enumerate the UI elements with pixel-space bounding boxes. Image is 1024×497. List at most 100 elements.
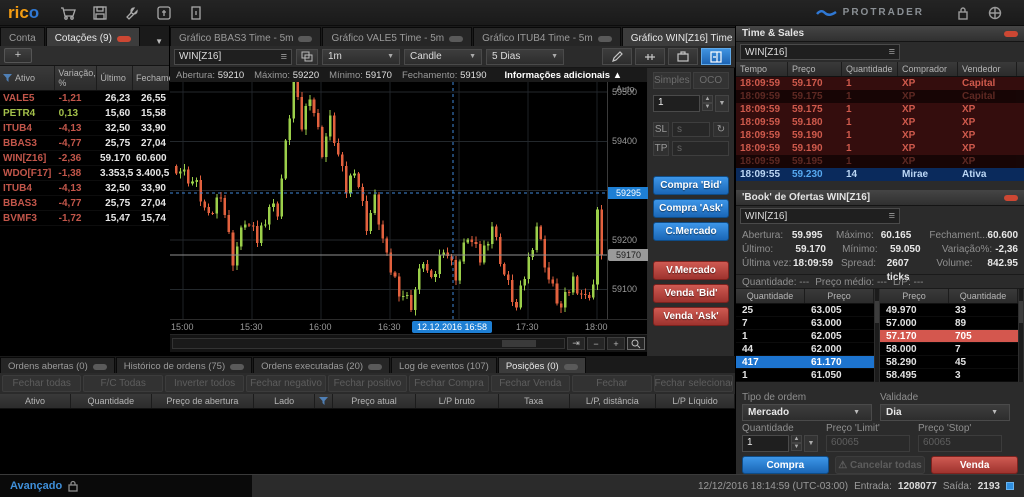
ts-row[interactable]: 18:09:5959.1751XPXP [736, 103, 1024, 116]
ts-row[interactable]: 18:09:5959.1751XPCapital [736, 90, 1024, 103]
ts-column-tempo[interactable]: Tempo [736, 62, 788, 76]
quantity-stepper[interactable]: ▲▼ [702, 95, 713, 112]
compra-button[interactable]: Compra [742, 456, 829, 474]
chart-style-select[interactable]: Candle▼ [404, 49, 482, 65]
chart-symbol-input[interactable]: WIN[Z16]≡ [174, 49, 292, 65]
action-button[interactable]: Fechar positivo [328, 375, 407, 392]
compra-mercado-button[interactable]: C.Mercado [653, 222, 729, 241]
bid-scrollbar[interactable] [874, 289, 880, 382]
positions-column[interactable]: Quantidade [71, 394, 152, 408]
venda-mercado-button[interactable]: V.Mercado [653, 261, 729, 280]
book-symbol-input[interactable]: WIN[Z16]≡ [740, 208, 900, 224]
positions-column[interactable]: Taxa [499, 394, 570, 408]
bid-row[interactable]: 161.050 [736, 369, 874, 382]
tab-pill-icon[interactable] [449, 36, 463, 42]
venda-ask-button[interactable]: Venda 'Ask' [653, 307, 729, 326]
extra-info-toggle[interactable]: Informações adicionais ▲ [504, 70, 622, 81]
quote-row[interactable]: BVMF3-1,7215,4715,74 [0, 211, 169, 226]
layers-icon[interactable] [296, 49, 318, 65]
positions-column[interactable]: L/P Líquido [656, 394, 735, 408]
chevron-down-icon[interactable]: ▼ [149, 37, 169, 46]
orders-tab[interactable]: Histórico de ordens (75) [116, 357, 252, 373]
add-symbol-button[interactable]: + [4, 48, 32, 63]
compra-bid-button[interactable]: Compra 'Bid' [653, 176, 729, 195]
ask-row[interactable]: 58.29045 [880, 356, 1018, 369]
quote-row[interactable]: ITUB4-4,1332,5033,90 [0, 181, 169, 196]
orders-tab[interactable]: Log de eventos (107) [391, 357, 497, 373]
orders-tab[interactable]: Ordens executadas (20) [253, 357, 390, 373]
ts-symbol-input[interactable]: WIN[Z16]≡ [740, 44, 900, 60]
action-button[interactable]: Fechar todas [2, 375, 81, 392]
tab-simples[interactable]: Simples [653, 72, 691, 89]
filter-icon[interactable] [315, 394, 333, 408]
chart-area[interactable]: Abertura: 59210 Máximo: 59220 Mínimo: 59… [170, 68, 648, 356]
zoom-fit-icon[interactable] [627, 337, 645, 350]
connection-icon[interactable] [984, 4, 1006, 22]
limit-price-input[interactable]: 60065 [826, 435, 910, 452]
action-button[interactable]: Fechar Compra [409, 375, 488, 392]
form-qty-stepper[interactable]: ▲▼ [791, 435, 802, 452]
action-button[interactable]: Inverter todos [165, 375, 244, 392]
tab-cotacoes[interactable]: Cotações (9) [46, 27, 140, 46]
bid-row[interactable]: 4462.000 [736, 343, 874, 356]
venda-bid-button[interactable]: Venda 'Bid' [653, 284, 729, 303]
form-qty-dropdown[interactable]: ▼ [804, 435, 818, 452]
ask-row[interactable]: 57.00089 [880, 317, 1018, 330]
scroll-thumb[interactable] [502, 340, 536, 347]
scroll-to-end-icon[interactable]: ⇥ [567, 337, 585, 350]
range-select[interactable]: 5 Dias▼ [486, 49, 564, 65]
quote-row[interactable]: PETR40,1315,6015,58 [0, 106, 169, 121]
quote-row[interactable]: ITUB4-4,1332,5033,90 [0, 121, 169, 136]
positions-column[interactable]: L/P, distância [570, 394, 657, 408]
sl-input[interactable]: s [672, 122, 710, 137]
quantity-input[interactable]: 1 [653, 95, 700, 112]
timeframe-select[interactable]: 1m▼ [322, 49, 400, 65]
tab-pill-icon[interactable] [598, 36, 612, 42]
bid-row[interactable]: 162.005 [736, 330, 874, 343]
positions-column[interactable]: Lado [254, 394, 315, 408]
tab-conta[interactable]: Conta [0, 27, 45, 46]
snapshot-icon[interactable] [668, 48, 698, 65]
scroll-track[interactable] [172, 338, 565, 349]
stop-price-input[interactable]: 60065 [918, 435, 1002, 452]
quote-row[interactable]: BBAS3-4,7725,7527,04 [0, 196, 169, 211]
action-button[interactable]: Fechar Venda [491, 375, 570, 392]
quote-row[interactable]: WDO[F17]-1,383.353,53.400,5 [0, 166, 169, 181]
ts-column-vendedor[interactable]: Vendedor [958, 62, 1017, 76]
draw-pencil-icon[interactable] [602, 48, 632, 65]
time-axis[interactable]: 15:0015:3016:0016:3017:3018:00 12.12.201… [170, 319, 647, 334]
order-type-select[interactable]: Mercado▼ [742, 404, 872, 421]
crosshair-tool-icon[interactable] [635, 48, 665, 65]
ts-column-quantidade[interactable]: Quantidade [842, 62, 898, 76]
menu-icon[interactable]: ≡ [889, 46, 895, 58]
logout-icon[interactable] [185, 4, 207, 22]
venda-button[interactable]: Venda [931, 456, 1018, 474]
menu-icon[interactable]: ≡ [889, 210, 895, 222]
ts-row[interactable]: 18:09:5959.1901XPXP [736, 142, 1024, 155]
bid-row[interactable]: 41761.170 [736, 356, 874, 369]
positions-column[interactable]: Preço atual [333, 394, 416, 408]
chart-tab[interactable]: Gráfico ITUB4 Time - 5m [473, 27, 621, 46]
orders-tab[interactable]: Posições (0) [498, 357, 586, 373]
indicator-icon[interactable] [153, 4, 175, 22]
validity-select[interactable]: Dia▼ [880, 404, 1010, 421]
menu-icon[interactable]: ≡ [281, 51, 287, 63]
tp-input[interactable]: s [672, 141, 729, 156]
tab-pill-icon[interactable] [298, 36, 312, 42]
zoom-out-icon[interactable]: − [587, 337, 605, 350]
ask-scrollbar[interactable] [1018, 289, 1024, 382]
market-cart-icon[interactable] [57, 4, 79, 22]
trade-panel-toggle-icon[interactable] [701, 48, 731, 65]
cancelar-todas-button[interactable]: ⚠ Cancelar todas [835, 456, 926, 474]
ask-row[interactable]: 58.4953 [880, 369, 1018, 382]
column-ultimo[interactable]: Último [97, 66, 133, 90]
ask-row[interactable]: 58.0007 [880, 343, 1018, 356]
close-panel-icon[interactable] [1004, 195, 1018, 201]
ts-row[interactable]: 18:09:5959.1951XPXP [736, 155, 1024, 168]
ts-row[interactable]: 18:09:5559.23014MiraeAtiva [736, 168, 1024, 181]
ts-row[interactable]: 18:09:5959.1701XPCapital [736, 77, 1024, 90]
quote-row[interactable]: WIN[Z16]-2,3659.17060.600 [0, 151, 169, 166]
action-button[interactable]: Fechar negativo [246, 375, 325, 392]
ts-column-preço[interactable]: Preço [788, 62, 842, 76]
positions-column[interactable]: Ativo [0, 394, 71, 408]
